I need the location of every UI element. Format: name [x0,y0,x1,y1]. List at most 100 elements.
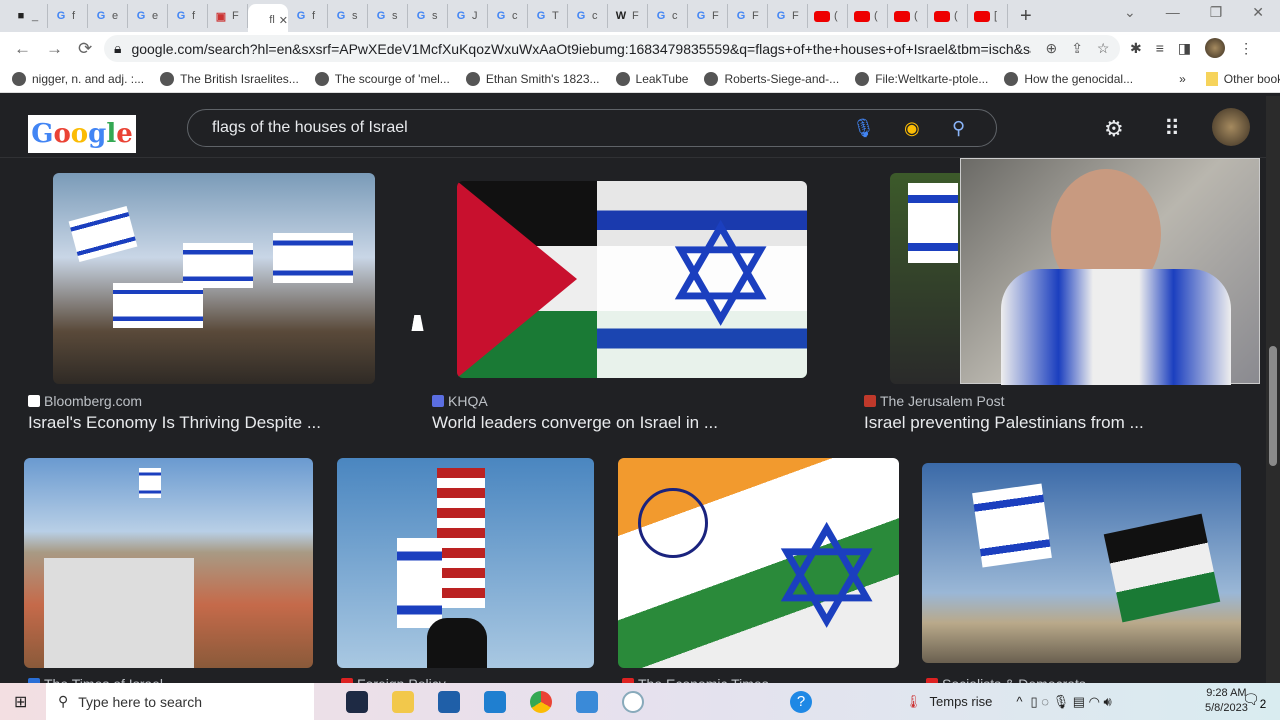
windows-start-icon[interactable]: ⊞ [14,692,27,712]
omnibox[interactable]: 🔒︎ google.com/search?hl=en&sxsrf=APwXEde… [104,35,1120,62]
tab-title: F [232,10,239,22]
bookmark-item[interactable]: nigger, n. and adj. :... [12,71,144,86]
apps-grid-icon[interactable]: ⠿ [1164,116,1180,142]
browser-tab[interactable]: Ge [88,4,128,28]
webcam-overlay [960,158,1260,385]
browser-tab[interactable]: GT [528,4,568,28]
result-image-6[interactable]: ✡ [618,458,899,668]
browser-tab[interactable]: Ge [128,4,168,28]
tab-title: F [792,10,799,22]
bookmark-star-icon[interactable]: ☆ [1097,40,1110,57]
search-query[interactable]: flags of the houses of Israel [212,119,408,137]
browser-tab[interactable]: Gs [368,4,408,28]
bookmarks-overflow-button[interactable]: » [1179,72,1186,86]
tray-icons[interactable]: ▯ ◌ 🎙︎ ▤ ◠ 🔊︎ [1030,694,1111,710]
store-icon[interactable] [438,691,460,713]
bookmark-favicon [465,71,480,86]
other-bookmarks-folder[interactable]: Other bookmarks [1205,71,1280,86]
tab-search-icon[interactable]: ⌄ [1124,4,1136,21]
search-icon[interactable]: ⚲ [952,118,965,139]
app-icon[interactable] [576,691,598,713]
youtube-icon [814,10,830,22]
settings-gear-icon[interactable]: ⚙ [1104,116,1124,142]
browser-tab[interactable]: Gf [288,4,328,28]
microphone-icon[interactable]: 🎙︎ [852,118,875,139]
bookmark-item[interactable]: Ethan Smith's 1823... [465,71,600,86]
side-panel-icon[interactable]: ◨ [1178,40,1191,57]
show-hidden-icons[interactable]: ^ [1016,694,1022,709]
app-icon[interactable] [622,691,644,713]
restore-button[interactable]: ❐ [1210,4,1223,21]
result-image-5[interactable] [337,458,594,668]
back-button[interactable]: ← [14,39,32,59]
chrome-icon[interactable] [530,691,552,713]
result-source-3[interactable]: The Jerusalem Post [864,393,1005,409]
result-image-7[interactable] [922,463,1241,663]
browser-tab[interactable]: GF [728,4,768,28]
result-source-1[interactable]: Bloomberg.com [28,393,142,409]
result-title-1[interactable]: Israel's Economy Is Thriving Despite ... [28,413,321,433]
zoom-icon[interactable]: ⊕ [1045,40,1057,57]
minimize-button[interactable]: — [1166,4,1180,21]
weather-text[interactable]: Temps rise [930,694,993,709]
bookmark-item[interactable]: The scourge of 'mel... [314,71,450,86]
share-icon[interactable]: ⇪ [1071,40,1083,57]
browser-tab[interactable]: ■ _ [8,4,48,28]
page-scrollbar[interactable] [1266,96,1280,683]
forward-button[interactable]: → [46,39,64,59]
app-icon[interactable] [346,691,368,713]
reload-button[interactable]: ⟳ [78,39,96,59]
help-icon[interactable]: ? [790,691,812,713]
result-image-2[interactable]: ✡ [457,181,807,378]
browser-tab[interactable]: WF [608,4,648,28]
browser-tab[interactable]: Gc [568,4,608,28]
browser-tab[interactable]: Gc [488,4,528,28]
result-image-1[interactable] [53,173,375,384]
result-title-2[interactable]: World leaders converge on Israel in ... [432,413,718,433]
browser-tab[interactable]: GF [688,4,728,28]
close-button[interactable]: ✕ [1252,4,1264,21]
new-tab-button[interactable]: + [1020,5,1032,28]
result-title-3[interactable]: Israel preventing Palestinians from ... [864,413,1144,433]
browser-tab[interactable]: ( [888,4,928,28]
wikipedia-icon: W [615,10,627,22]
taskbar-search-placeholder[interactable]: Type here to search [78,694,202,710]
taskbar-search[interactable]: ⚲ Type here to search [46,683,314,720]
browser-tab[interactable]: GF [768,4,808,28]
youtube-icon [934,10,950,22]
browser-tab[interactable]: Gs [408,4,448,28]
browser-tab[interactable]: [ [968,4,1008,28]
browser-tab[interactable]: ( [928,4,968,28]
browser-tab[interactable]: GJ [448,4,488,28]
result-source-2[interactable]: KHQA [432,393,488,409]
mail-icon[interactable] [484,691,506,713]
browser-tab[interactable]: Gc [648,4,688,28]
bookmark-item[interactable]: LeakTube [615,71,688,86]
browser-tab[interactable]: ( [808,4,848,28]
notifications-icon[interactable]: 🗨︎2 [1242,691,1266,711]
browser-tab[interactable]: Gf [48,4,88,28]
site-favicon [28,395,40,407]
menu-icon[interactable]: ⋮ [1239,40,1253,57]
result-image-4[interactable] [24,458,313,668]
profile-avatar[interactable] [1205,38,1226,58]
camera-lens-icon[interactable]: ◉ [904,118,920,139]
scrollbar-thumb[interactable] [1269,346,1277,466]
google-logo[interactable]: Google [28,115,136,153]
media-icon[interactable]: ≡ [1156,40,1164,56]
browser-tab[interactable]: Gs [328,4,368,28]
extensions-icon[interactable]: ✱ [1130,40,1142,57]
browser-tab[interactable]: Gf [168,4,208,28]
browser-tab[interactable]: ▣ F [208,4,248,28]
bookmark-item[interactable]: Roberts-Siege-and-... [704,71,839,86]
bookmark-item[interactable]: File:Weltkarte-ptole... [855,71,988,86]
bookmark-item[interactable]: The British Israelites... [160,71,299,86]
account-avatar[interactable] [1212,108,1250,146]
close-tab-icon[interactable]: ✕ [279,14,288,27]
browser-tab[interactable]: ( [848,4,888,28]
bookmark-item[interactable]: How the genocidal... [1004,71,1133,86]
url-text[interactable]: google.com/search?hl=en&sxsrf=APwXEdeV1M… [131,41,1031,57]
result-image-3[interactable] [890,173,965,384]
search-box[interactable]: flags of the houses of Israel 🎙︎ ◉ ⚲ [187,109,997,147]
file-explorer-icon[interactable] [392,691,414,713]
